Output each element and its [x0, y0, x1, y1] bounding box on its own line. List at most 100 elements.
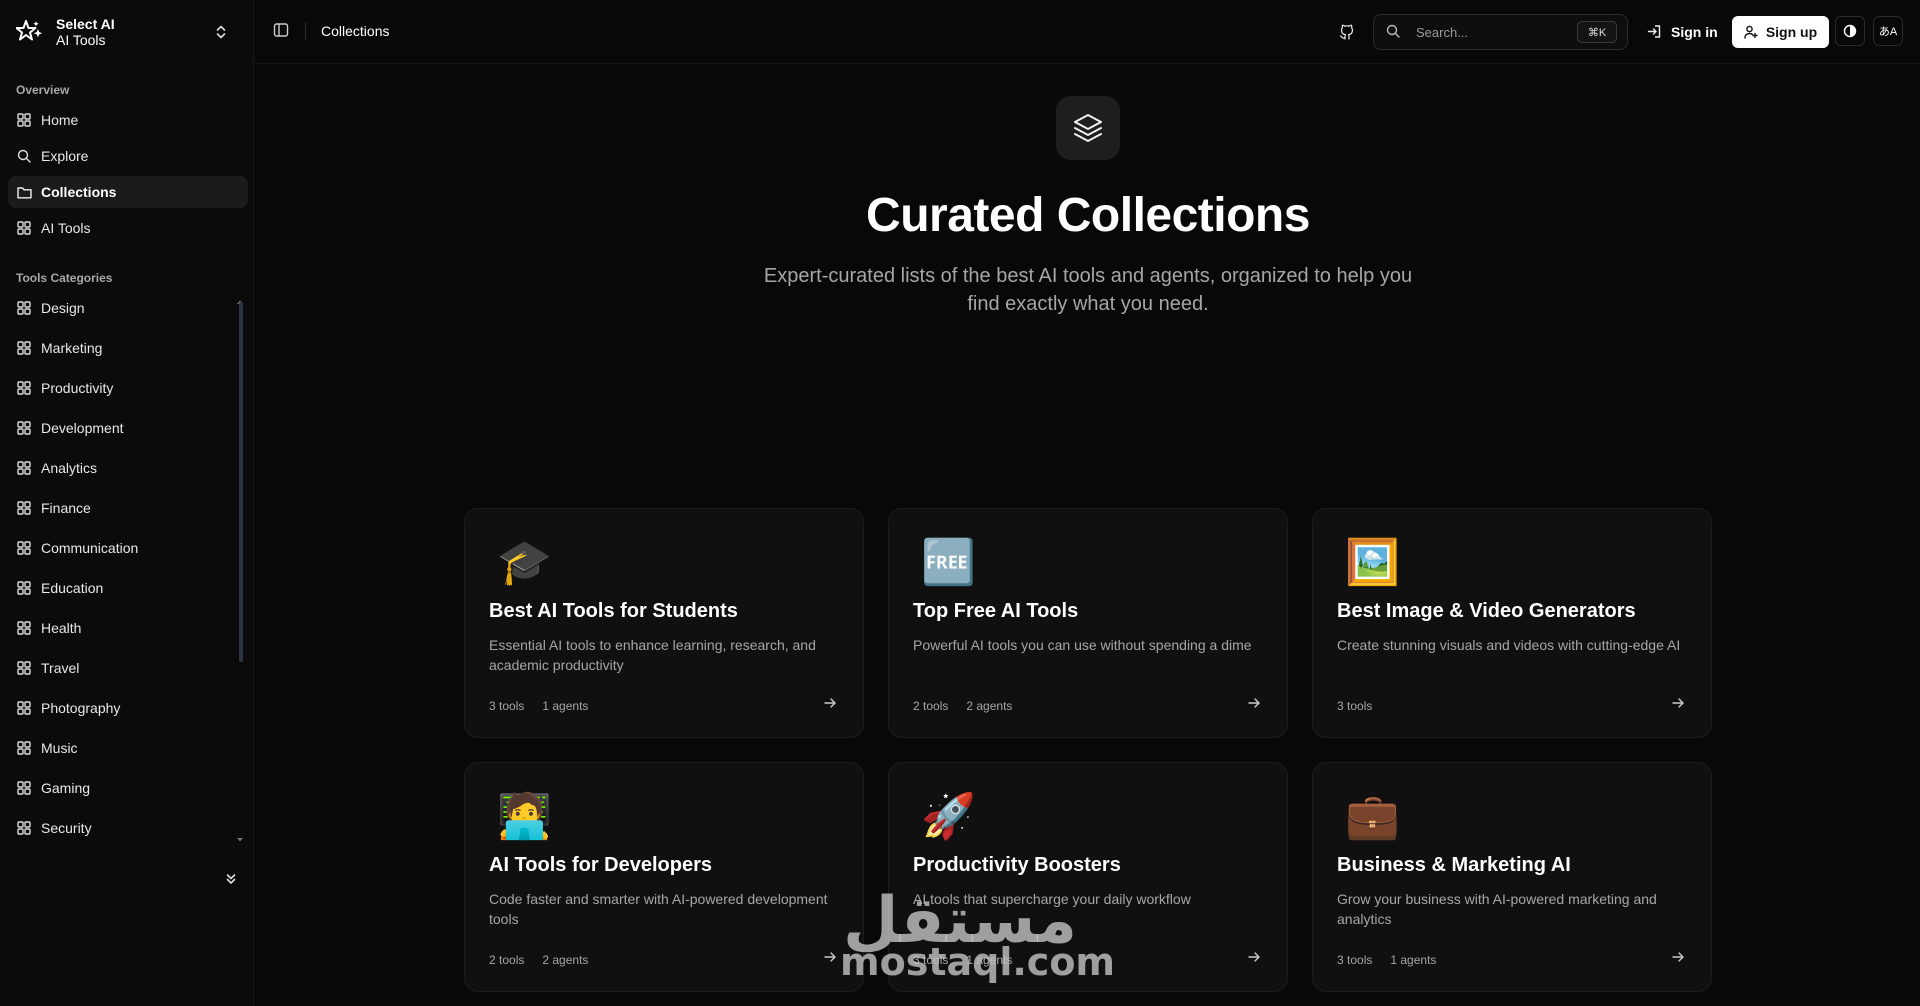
sidebar-item-label: Development: [41, 420, 124, 436]
theme-toggle-icon[interactable]: [1835, 16, 1865, 46]
sidebar-item-label: Education: [41, 580, 104, 596]
collection-card-productivity[interactable]: 🚀 Productivity Boosters AI tools that su…: [888, 762, 1288, 992]
sidebar: Select AI AI Tools Overview Home Explore…: [0, 0, 254, 1006]
grid-icon: [16, 740, 32, 756]
hero-title: Curated Collections: [866, 189, 1310, 242]
sidebar-item-label: Home: [41, 112, 79, 128]
arrow-right-icon: [823, 950, 839, 966]
collection-card-students[interactable]: 🎓 Best AI Tools for Students Essential A…: [464, 508, 864, 738]
sidebar-item-design[interactable]: Design: [8, 292, 248, 324]
grid-icon: [16, 660, 32, 676]
collection-meta: 3 tools 1 agents: [489, 699, 588, 713]
sidebar-item-gaming[interactable]: Gaming: [8, 772, 248, 804]
arrow-right-icon: [1247, 696, 1263, 712]
grid-icon: [16, 780, 32, 796]
collection-card-business[interactable]: 💼 Business & Marketing AI Grow your busi…: [1312, 762, 1712, 992]
sidebar-item-travel[interactable]: Travel: [8, 652, 248, 684]
sidebar-item-finance[interactable]: Finance: [8, 492, 248, 524]
sidebar-item-label: Marketing: [41, 340, 103, 356]
sidebar-toggle-icon[interactable]: [273, 22, 291, 40]
tools-count: 3 tools: [1337, 953, 1373, 967]
sidebar-item-analytics[interactable]: Analytics: [8, 452, 248, 484]
tools-count: 2 tools: [489, 953, 525, 967]
sidebar-scrollbar[interactable]: [239, 302, 243, 662]
collection-description: Grow your business with AI-powered marke…: [1337, 891, 1657, 927]
sidebar-item-label: Security: [41, 820, 92, 836]
search-input[interactable]: Search... ⌘K: [1373, 14, 1628, 50]
sidebar-item-development[interactable]: Development: [8, 412, 248, 444]
search-icon: [16, 148, 32, 164]
tools-count: 3 tools: [913, 953, 949, 967]
category-list[interactable]: Design Marketing Productivity Developmen…: [0, 288, 254, 840]
grid-icon: [16, 340, 32, 356]
collection-meta: 2 tools 2 agents: [489, 953, 588, 967]
grid-icon: [16, 820, 32, 836]
grid-icon: [16, 300, 32, 316]
collection-description: Essential AI tools to enhance learning, …: [489, 637, 816, 673]
grid-icon: [16, 700, 32, 716]
sidebar-item-label: Design: [41, 300, 85, 316]
scroll-up-icon[interactable]: [236, 292, 244, 304]
collection-card-developers[interactable]: 🧑‍💻 AI Tools for Developers Code faster …: [464, 762, 864, 992]
grid-icon: [16, 460, 32, 476]
grid-icon: [16, 540, 32, 556]
sidebar-item-label: Collections: [41, 184, 117, 200]
sidebar-item-education[interactable]: Education: [8, 572, 248, 604]
brand-switcher[interactable]: Select AI AI Tools: [14, 12, 242, 52]
categories-label: Tools Categories: [16, 271, 113, 285]
sidebar-item-music[interactable]: Music: [8, 732, 248, 764]
logo-icon: [14, 16, 46, 48]
collection-description: Powerful AI tools you can use without sp…: [913, 637, 1252, 653]
overview-label: Overview: [16, 83, 70, 97]
collection-card-image-video[interactable]: 🖼️ Best Image & Video Generators Create …: [1312, 508, 1712, 738]
sidebar-item-marketing[interactable]: Marketing: [8, 332, 248, 364]
sign-in-label: Sign in: [1671, 24, 1718, 40]
sign-up-button[interactable]: Sign up: [1732, 16, 1829, 48]
agents-count: 1 agents: [966, 953, 1013, 967]
sidebar-item-home[interactable]: Home: [8, 104, 248, 136]
header-divider: [305, 22, 306, 40]
sidebar-item-label: Communication: [41, 540, 139, 556]
chevrons-down-icon[interactable]: [222, 870, 240, 888]
agents-count: 1 agents: [542, 699, 589, 713]
grid-icon: [16, 420, 32, 436]
sidebar-item-label: Productivity: [41, 380, 114, 396]
sign-in-button[interactable]: Sign in: [1647, 16, 1718, 48]
sidebar-item-label: Finance: [41, 500, 91, 516]
tools-count: 2 tools: [913, 699, 949, 713]
sidebar-item-productivity[interactable]: Productivity: [8, 372, 248, 404]
layers-icon: [1056, 96, 1120, 160]
grid-icon: [16, 220, 32, 236]
grid-icon: [16, 580, 32, 596]
agents-count: 1 agents: [1390, 953, 1437, 967]
technologist-icon: 🧑‍💻: [497, 792, 552, 841]
sidebar-item-explore[interactable]: Explore: [8, 140, 248, 172]
sidebar-item-label: AI Tools: [41, 220, 91, 236]
sidebar-item-health[interactable]: Health: [8, 612, 248, 644]
sidebar-item-communication[interactable]: Communication: [8, 532, 248, 564]
sidebar-item-label: Music: [41, 740, 78, 756]
sidebar-item-ai-tools[interactable]: AI Tools: [8, 212, 248, 244]
collection-title: Best Image & Video Generators: [1337, 600, 1636, 622]
search-icon: [1386, 24, 1402, 40]
language-button[interactable]: あA: [1873, 16, 1903, 46]
arrow-right-icon: [1247, 950, 1263, 966]
grid-icon: [16, 620, 32, 636]
sidebar-item-label: Gaming: [41, 780, 91, 796]
hero-subtitle: Expert-curated lists of the best AI tool…: [763, 265, 1413, 315]
log-in-icon: [1647, 24, 1663, 40]
briefcase-icon: 💼: [1345, 792, 1400, 841]
sidebar-item-photography[interactable]: Photography: [8, 692, 248, 724]
free-icon: 🆓: [921, 538, 976, 587]
github-icon[interactable]: [1331, 16, 1363, 48]
framed-picture-icon: 🖼️: [1345, 538, 1400, 587]
collection-description: AI tools that supercharge your daily wor…: [913, 891, 1191, 907]
scroll-down-icon[interactable]: [236, 830, 244, 842]
collection-title: AI Tools for Developers: [489, 854, 713, 876]
sidebar-item-security[interactable]: Security: [8, 812, 248, 840]
brand-line1: Select AI: [56, 16, 115, 32]
sidebar-item-label: Photography: [41, 700, 121, 716]
collection-card-free[interactable]: 🆓 Top Free AI Tools Powerful AI tools yo…: [888, 508, 1288, 738]
sidebar-item-collections[interactable]: Collections: [8, 176, 248, 208]
arrow-right-icon: [1671, 950, 1687, 966]
